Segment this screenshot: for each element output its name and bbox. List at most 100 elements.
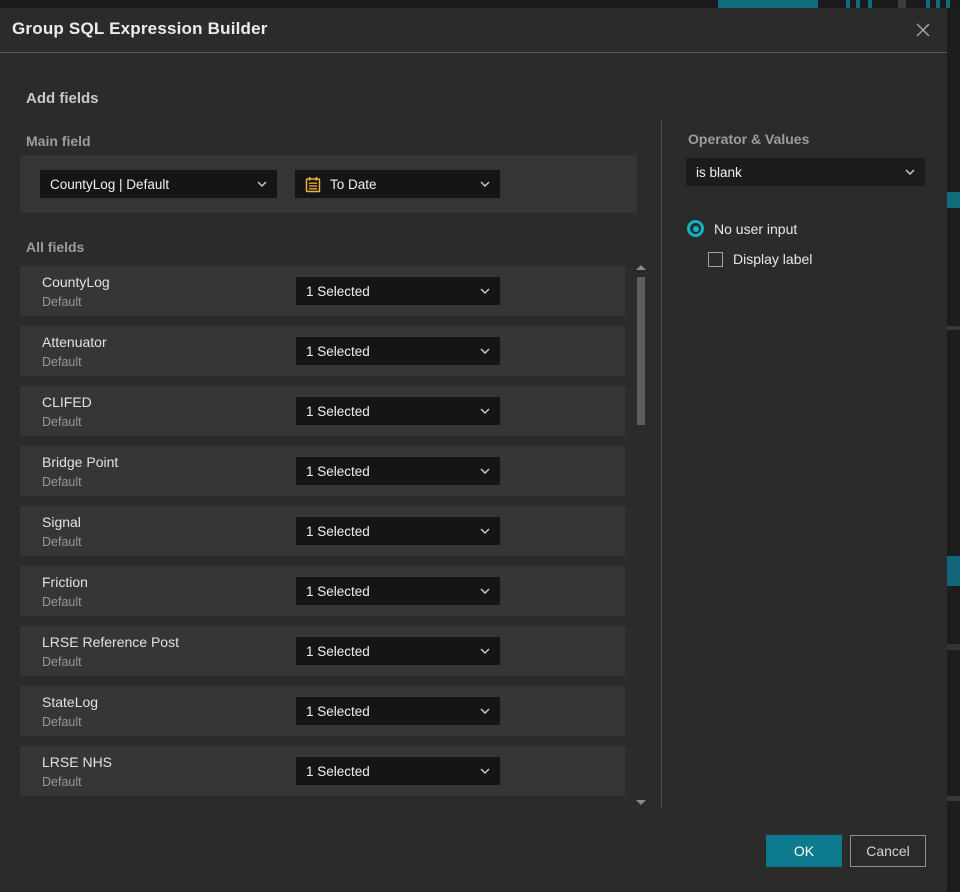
selected-count: 1 Selected <box>306 463 370 479</box>
chevron-down-icon <box>480 588 490 594</box>
field-selected-dropdown[interactable]: 1 Selected <box>296 277 500 305</box>
field-name: LRSE NHS <box>42 754 113 770</box>
no-user-input-radio[interactable]: No user input <box>687 220 797 237</box>
display-label-label: Display label <box>733 251 813 267</box>
chevron-down-icon <box>480 408 490 414</box>
main-field-dropdown[interactable]: CountyLog | Default <box>40 170 277 198</box>
radio-selected-icon <box>687 220 704 237</box>
background-fragment <box>947 326 960 330</box>
field-row-clifed: CLIFED Default 1 Selected <box>20 386 625 436</box>
selected-count: 1 Selected <box>306 343 370 359</box>
dialog-title: Group SQL Expression Builder <box>12 19 268 38</box>
chevron-down-icon <box>480 288 490 294</box>
toolbar-fragment <box>898 0 906 8</box>
field-subtitle: Default <box>42 355 82 369</box>
field-subtitle: Default <box>42 535 82 549</box>
selected-count: 1 Selected <box>306 583 370 599</box>
background-fragment <box>947 556 960 586</box>
calendar-icon <box>305 176 321 193</box>
field-row-attenuator: Attenuator Default 1 Selected <box>20 326 625 376</box>
field-selected-dropdown[interactable]: 1 Selected <box>296 337 500 365</box>
operator-values-label: Operator & Values <box>688 131 810 147</box>
operator-dropdown[interactable]: is blank <box>686 158 925 186</box>
toolbar-fragment <box>868 0 872 8</box>
field-name: Signal <box>42 514 81 530</box>
background-fragment <box>947 192 960 208</box>
toolbar-fragment <box>856 0 860 8</box>
close-button[interactable] <box>907 14 939 46</box>
selected-count: 1 Selected <box>306 703 370 719</box>
field-row-lrse-reference-post: LRSE Reference Post Default 1 Selected <box>20 626 625 676</box>
toolbar-fragment <box>936 0 940 8</box>
chevron-down-icon <box>257 181 267 187</box>
chevron-down-icon <box>480 768 490 774</box>
field-subtitle: Default <box>42 655 82 669</box>
field-row-friction: Friction Default 1 Selected <box>20 566 625 616</box>
field-subtitle: Default <box>42 415 82 429</box>
cancel-button[interactable]: Cancel <box>850 835 926 867</box>
all-fields-label: All fields <box>26 239 85 255</box>
checkbox-unchecked-icon <box>708 251 723 267</box>
background-fragment <box>947 644 960 650</box>
field-name: CountyLog <box>42 274 110 290</box>
main-field-type-value: To Date <box>330 176 377 192</box>
field-selected-dropdown[interactable]: 1 Selected <box>296 517 500 545</box>
ok-button[interactable]: OK <box>766 835 842 867</box>
field-row-countylog: CountyLog Default 1 Selected <box>20 266 625 316</box>
background-toolbar-strip: Live view <box>0 0 960 8</box>
field-name: StateLog <box>42 694 99 710</box>
field-selected-dropdown[interactable]: 1 Selected <box>296 757 500 785</box>
field-selected-dropdown[interactable]: 1 Selected <box>296 637 500 665</box>
main-field-label: Main field <box>26 133 91 149</box>
add-fields-heading: Add fields <box>26 90 99 107</box>
chevron-down-icon <box>480 468 490 474</box>
group-sql-expression-builder-dialog: Group SQL Expression Builder Add fields … <box>0 8 947 892</box>
main-field-panel: CountyLog | Default To Date <box>20 155 637 213</box>
chevron-down-icon <box>905 169 915 175</box>
display-label-checkbox[interactable]: Display label <box>708 251 812 267</box>
live-view-button: Live view <box>718 0 818 8</box>
field-name: Bridge Point <box>42 454 119 470</box>
field-subtitle: Default <box>42 775 82 789</box>
toolbar-fragment <box>926 0 930 8</box>
field-row-signal: Signal Default 1 Selected <box>20 506 625 556</box>
field-subtitle: Default <box>42 475 82 489</box>
selected-count: 1 Selected <box>306 523 370 539</box>
all-fields-list: CountyLog Default 1 Selected Attenuator … <box>20 266 625 806</box>
selected-count: 1 Selected <box>306 403 370 419</box>
toolbar-fragment <box>946 0 950 8</box>
list-scrollbar[interactable] <box>635 262 647 808</box>
column-divider <box>661 120 662 808</box>
background-page-edge <box>947 8 960 892</box>
main-field-type-dropdown[interactable]: To Date <box>295 170 500 198</box>
chevron-down-icon <box>480 348 490 354</box>
field-row-lrse-nhs: LRSE NHS Default 1 Selected <box>20 746 625 796</box>
toolbar-fragment <box>846 0 850 8</box>
field-subtitle: Default <box>42 715 82 729</box>
scroll-up-arrow-icon[interactable] <box>636 265 646 270</box>
operator-value: is blank <box>696 164 742 180</box>
field-selected-dropdown[interactable]: 1 Selected <box>296 457 500 485</box>
selected-count: 1 Selected <box>306 763 370 779</box>
dialog-header: Group SQL Expression Builder <box>0 8 947 53</box>
scroll-down-arrow-icon[interactable] <box>636 800 646 805</box>
field-subtitle: Default <box>42 295 82 309</box>
field-name: Attenuator <box>42 334 107 350</box>
chevron-down-icon <box>480 648 490 654</box>
field-name: LRSE Reference Post <box>42 634 179 650</box>
no-user-input-label: No user input <box>714 220 798 237</box>
field-name: Friction <box>42 574 88 590</box>
chevron-down-icon <box>480 708 490 714</box>
field-selected-dropdown[interactable]: 1 Selected <box>296 577 500 605</box>
field-selected-dropdown[interactable]: 1 Selected <box>296 397 500 425</box>
field-subtitle: Default <box>42 595 82 609</box>
chevron-down-icon <box>480 181 490 187</box>
field-selected-dropdown[interactable]: 1 Selected <box>296 697 500 725</box>
field-name: CLIFED <box>42 394 92 410</box>
field-row-statelog: StateLog Default 1 Selected <box>20 686 625 736</box>
main-field-dropdown-value: CountyLog | Default <box>50 176 170 192</box>
scrollbar-thumb[interactable] <box>637 277 645 425</box>
selected-count: 1 Selected <box>306 643 370 659</box>
field-row-bridge-point: Bridge Point Default 1 Selected <box>20 446 625 496</box>
selected-count: 1 Selected <box>306 283 370 299</box>
